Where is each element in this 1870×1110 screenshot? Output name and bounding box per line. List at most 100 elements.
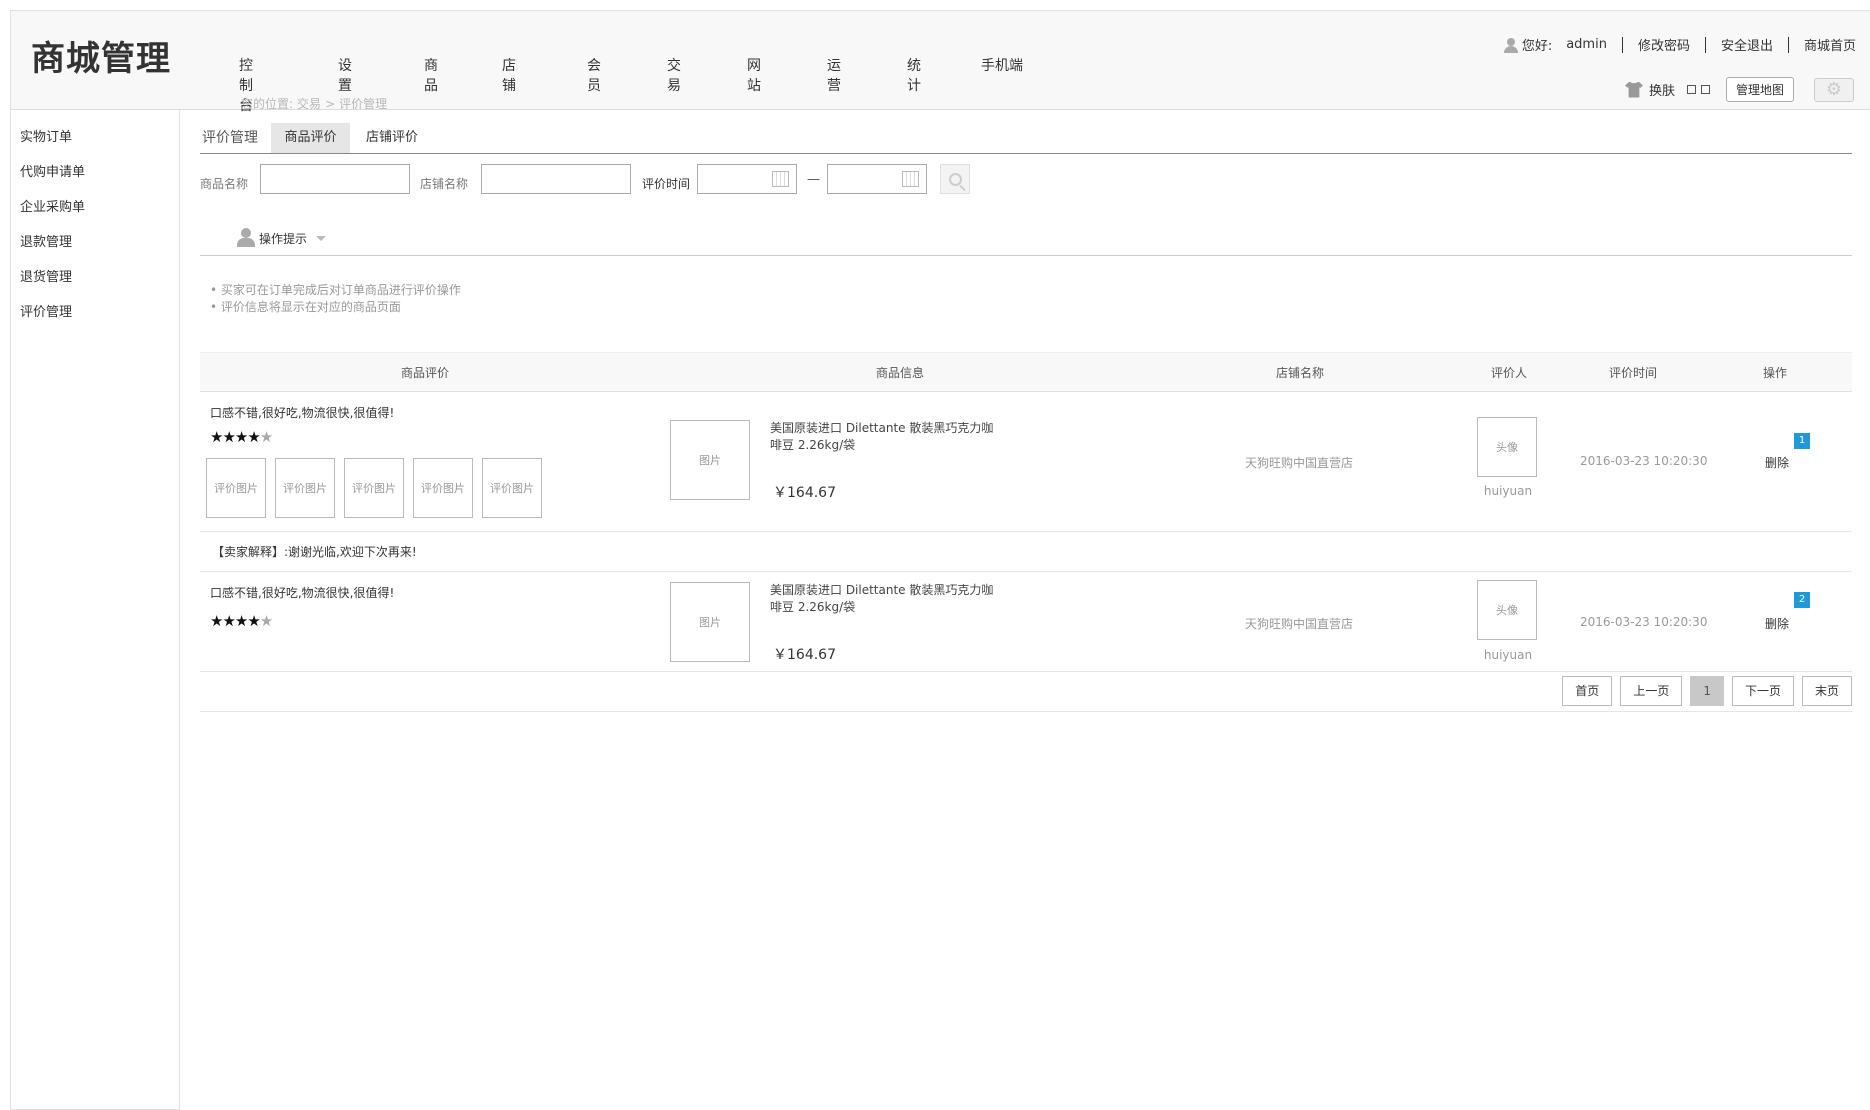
reviewer-avatar: 头像: [1477, 580, 1537, 640]
main-content: 评价管理 商品评价 店铺评价 商品名称 店铺名称 评价时间 — 操作提示 买家可…: [200, 110, 1852, 712]
reviewer-avatar: 头像: [1477, 417, 1537, 477]
review-comment: 口感不错,很好吃,物流很快,很值得!: [210, 406, 395, 420]
product-image[interactable]: 图片: [670, 582, 750, 662]
product-price: ￥164.67: [773, 485, 836, 501]
greeting: 您好:: [1521, 39, 1553, 54]
nav-trade[interactable]: 交易: [667, 55, 681, 95]
skin-icon[interactable]: [1624, 81, 1643, 98]
layout-square-icon[interactable]: [1700, 85, 1710, 94]
tab-product-reviews[interactable]: 商品评价: [271, 123, 350, 153]
chevron-down-icon[interactable]: [316, 236, 326, 241]
review-images: 评价图片 评价图片 评价图片 评价图片 评价图片: [206, 458, 551, 518]
product-name-label: 商品名称: [200, 177, 249, 191]
user-icon: [237, 228, 255, 247]
product-name[interactable]: 美国原装进口 Dilettante 散装黑巧克力咖啡豆 2.26kg/袋: [770, 582, 995, 616]
row-index-badge: 1: [1794, 433, 1810, 449]
sidebar-item-refunds[interactable]: 退款管理: [11, 225, 179, 260]
nav-settings[interactable]: 设置: [338, 55, 352, 95]
product-image[interactable]: 图片: [670, 420, 750, 500]
row-index-badge: 2: [1794, 592, 1810, 608]
tips-header[interactable]: 操作提示: [200, 212, 1852, 256]
shop-name-input[interactable]: [481, 164, 631, 194]
delete-button[interactable]: 删除: [1765, 454, 1789, 471]
column-header: 评价人: [1490, 366, 1527, 380]
nav-website[interactable]: 网站: [747, 55, 761, 95]
column-header: 店铺名称: [1275, 366, 1324, 380]
rating-stars: ★★★★★: [210, 428, 273, 446]
skin-label[interactable]: 换肤: [1649, 80, 1675, 99]
breadcrumb-current: 评价管理: [339, 97, 388, 111]
column-header: 商品评价: [400, 366, 449, 380]
search-button[interactable]: [940, 164, 970, 194]
tip-item: 评价信息将显示在对应的商品页面: [210, 299, 1852, 316]
delete-button[interactable]: 删除: [1765, 615, 1789, 632]
breadcrumb-prefix: 您的位置:: [241, 97, 294, 111]
table-row: 口感不错,很好吃,物流很快,很值得! ★★★★★ 图片 美国原装进口 Dilet…: [200, 572, 1852, 672]
date-range-dash: —: [807, 172, 820, 187]
empty-stars: ★: [259, 612, 273, 630]
nav-products[interactable]: 商品: [424, 55, 438, 95]
review-image[interactable]: 评价图片: [482, 458, 542, 518]
sidebar-item-reviews[interactable]: 评价管理: [11, 295, 179, 330]
layout-square-icon[interactable]: [1686, 85, 1696, 94]
tab-shop-reviews[interactable]: 店铺评价: [366, 123, 418, 153]
first-page-button[interactable]: 首页: [1562, 676, 1613, 706]
app-logo: 商城管理: [31, 39, 171, 79]
calendar-icon[interactable]: [902, 171, 919, 187]
review-time: 2016-03-23 10:20:30: [1580, 454, 1708, 468]
next-page-button[interactable]: 下一页: [1731, 676, 1794, 706]
calendar-icon[interactable]: [772, 171, 789, 187]
nav-mobile[interactable]: 手机端: [981, 55, 1023, 75]
change-password-link[interactable]: 修改密码: [1638, 35, 1690, 54]
tab-review-management: 评价管理: [202, 130, 258, 146]
product-name[interactable]: 美国原装进口 Dilettante 散装黑巧克力咖啡豆 2.26kg/袋: [770, 420, 995, 454]
product-price: ￥164.67: [773, 647, 836, 663]
review-time: 2016-03-23 10:20:30: [1580, 615, 1708, 629]
nav-statistics[interactable]: 统计: [907, 55, 921, 95]
review-time-label: 评价时间: [642, 177, 691, 191]
prev-page-button[interactable]: 上一页: [1620, 676, 1683, 706]
shop-name-label: 店铺名称: [420, 177, 469, 191]
admin-map-button[interactable]: 管理地图: [1725, 77, 1794, 102]
review-image[interactable]: 评价图片: [413, 458, 473, 518]
sidebar-item-proxy-requests[interactable]: 代购申请单: [11, 155, 179, 190]
pagination: 首页 上一页 1 下一页 末页: [200, 672, 1852, 712]
reviewer-name: huiyuan: [1483, 648, 1533, 662]
gear-icon[interactable]: ⚙: [1814, 77, 1854, 102]
nav-members[interactable]: 会员: [587, 55, 601, 95]
sidebar-item-physical-orders[interactable]: 实物订单: [11, 120, 179, 155]
table-row: 口感不错,很好吃,物流很快,很值得! ★★★★★ 评价图片 评价图片 评价图片 …: [200, 392, 1852, 532]
breadcrumb-separator: >: [325, 97, 336, 111]
filled-stars: ★★★★: [210, 612, 261, 630]
divider: [1621, 36, 1623, 53]
review-comment: 口感不错,很好吃,物流很快,很值得!: [210, 586, 395, 600]
user-bar: 您好: admin 修改密码 安全退出 商城首页: [1503, 35, 1856, 54]
breadcrumb-trade[interactable]: 交易: [297, 97, 321, 111]
shop-name: 天狗旺购中国直营店: [1245, 617, 1354, 631]
shop-name: 天狗旺购中国直营店: [1245, 456, 1354, 470]
divider: [1787, 36, 1789, 53]
tab-bar: 评价管理 商品评价 店铺评价: [200, 110, 1852, 154]
column-header: 商品信息: [875, 366, 924, 380]
tips-title[interactable]: 操作提示: [259, 230, 307, 247]
mall-home-link[interactable]: 商城首页: [1804, 35, 1856, 54]
header-tools: 换肤 管理地图 ⚙: [1624, 77, 1854, 102]
sidebar-item-returns[interactable]: 退货管理: [11, 260, 179, 295]
tips-list: 买家可在订单完成后对订单商品进行评价操作 评价信息将显示在对应的商品页面: [200, 256, 1852, 352]
logout-link[interactable]: 安全退出: [1721, 35, 1773, 54]
current-page-button[interactable]: 1: [1690, 676, 1724, 706]
rating-stars: ★★★★★: [210, 612, 273, 630]
last-page-button[interactable]: 末页: [1801, 676, 1852, 706]
sidebar-item-enterprise-purchase[interactable]: 企业采购单: [11, 190, 179, 225]
column-header: 操作: [1762, 366, 1787, 380]
product-name-input[interactable]: [260, 164, 410, 194]
review-image[interactable]: 评价图片: [206, 458, 266, 518]
nav-operations[interactable]: 运营: [827, 55, 841, 95]
filled-stars: ★★★★: [210, 428, 261, 446]
username: admin: [1566, 37, 1607, 52]
tip-item: 买家可在订单完成后对订单商品进行评价操作: [210, 282, 1852, 299]
search-bar: 商品名称 店铺名称 评价时间 —: [200, 154, 1852, 212]
review-image[interactable]: 评价图片: [344, 458, 404, 518]
nav-shops[interactable]: 店铺: [502, 55, 516, 95]
review-image[interactable]: 评价图片: [275, 458, 335, 518]
